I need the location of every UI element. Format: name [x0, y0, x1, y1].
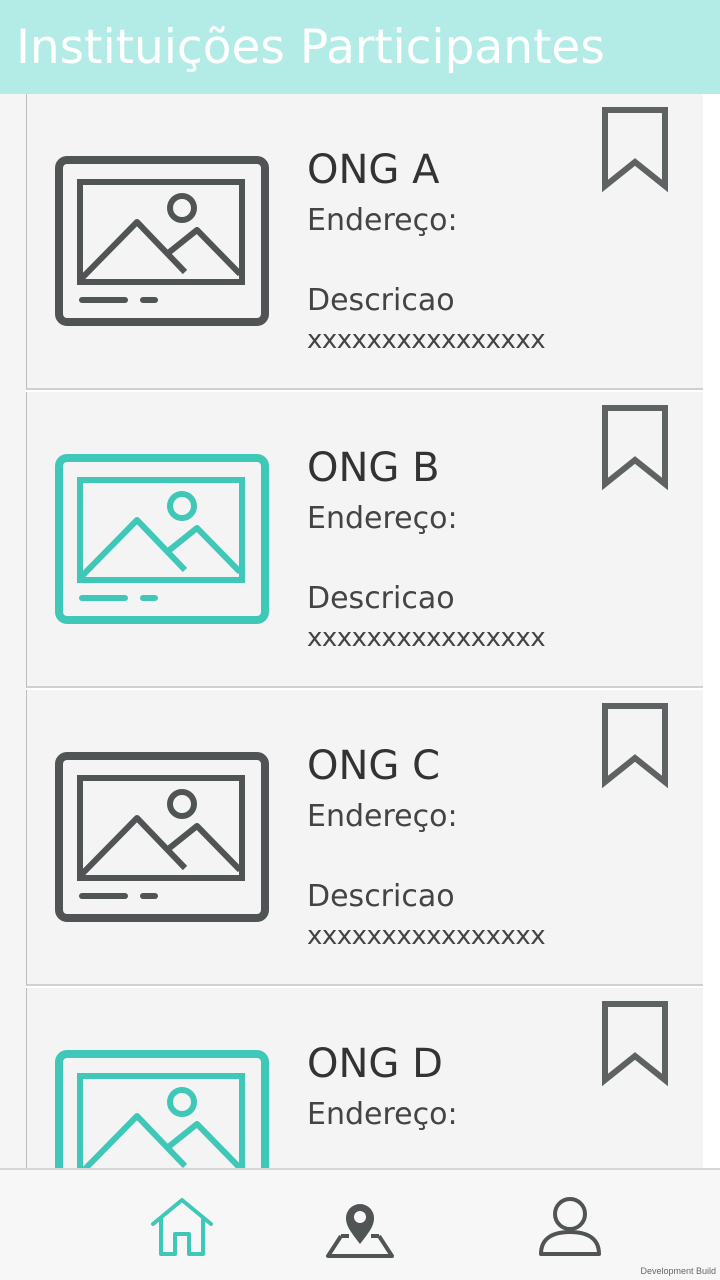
bookmark-icon[interactable]	[601, 702, 669, 790]
organization-card[interactable]: ONG C Endereço: Descricao xxxxxxxxxxxxxxxx	[26, 690, 703, 986]
nav-map-button[interactable]	[325, 1192, 395, 1262]
organization-address-label: Endereço:	[307, 1097, 458, 1132]
page-title: Instituições Participantes	[16, 20, 605, 75]
image-placeholder-icon	[55, 752, 269, 922]
bookmark-icon[interactable]	[601, 404, 669, 492]
organization-address-label: Endereço:	[307, 501, 458, 536]
organization-description-label: Descricao	[307, 581, 455, 616]
app-header: Instituições Participantes	[0, 0, 720, 94]
image-placeholder-icon	[55, 454, 269, 624]
nav-home-button[interactable]	[147, 1192, 217, 1262]
organization-list[interactable]: ONG A Endereço: Descricao xxxxxxxxxxxxxxxx O…	[0, 94, 720, 1168]
image-placeholder-icon	[55, 156, 269, 326]
map-pin-icon	[326, 1204, 394, 1258]
organization-description-label: Descricao	[307, 283, 455, 318]
organization-card[interactable]: ONG B Endereço: Descricao xxxxxxxxxxxxxxxx	[26, 392, 703, 688]
bookmark-icon[interactable]	[601, 1000, 669, 1088]
build-label: Development Build	[640, 1266, 716, 1276]
organization-address-label: Endereço:	[307, 203, 458, 238]
bookmark-icon[interactable]	[601, 106, 669, 194]
bottom-nav-bar: Development Build	[0, 1168, 720, 1280]
organization-description-value: xxxxxxxxxxxxxxxx	[307, 623, 546, 653]
organization-description-label: Descricao	[307, 879, 455, 914]
nav-profile-button[interactable]	[535, 1192, 605, 1262]
organization-description-value: xxxxxxxxxxxxxxxx	[307, 325, 546, 355]
organization-name: ONG C	[307, 743, 441, 789]
organization-description-value: xxxxxxxxxxxxxxxx	[307, 921, 546, 951]
list-edge	[0, 94, 26, 1168]
organization-card[interactable]: ONG DEndereço:Descricaoxxxxxxxxxxxxxxxx	[26, 988, 703, 1168]
organization-card[interactable]: ONG A Endereço: Descricao xxxxxxxxxxxxxxxx	[26, 94, 703, 390]
organization-address-label: Endereço:	[307, 799, 458, 834]
organization-name: ONG B	[307, 445, 440, 491]
user-icon	[539, 1197, 601, 1256]
home-icon	[151, 1198, 213, 1256]
organization-name: ONG D	[307, 1041, 443, 1087]
organization-name: ONG A	[307, 147, 440, 193]
image-placeholder-icon	[55, 1050, 269, 1168]
